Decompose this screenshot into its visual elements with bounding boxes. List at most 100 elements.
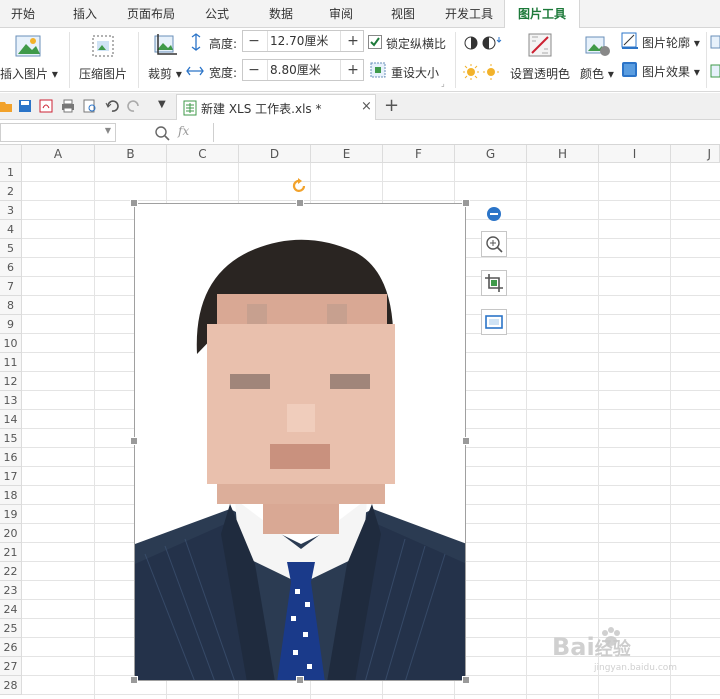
row-header[interactable]: 12 (0, 372, 22, 391)
zoom-formula-icon[interactable] (154, 125, 170, 141)
fx-label[interactable]: fx (178, 124, 189, 138)
quick-access-dropdown-icon[interactable]: ▼ (158, 99, 166, 110)
row-header[interactable]: 8 (0, 296, 22, 315)
tab-home[interactable]: 开始 (0, 0, 46, 28)
print-preview-icon[interactable] (83, 99, 97, 113)
insert-picture-button[interactable]: 插入图片 ▾ (0, 65, 58, 82)
crop-icon[interactable] (152, 33, 178, 59)
tab-insert[interactable]: 插入 (60, 0, 110, 28)
formula-input[interactable] (213, 123, 720, 142)
doc-tab[interactable]: 新建 XLS 工作表.xls * × (176, 94, 376, 120)
print-icon[interactable] (61, 99, 75, 113)
column-header[interactable]: I (599, 145, 671, 163)
reset-size-icon[interactable] (370, 62, 386, 78)
tab-view[interactable]: 视图 (380, 0, 426, 28)
tab-review[interactable]: 审阅 (318, 0, 364, 28)
column-header[interactable]: G (455, 145, 527, 163)
row-header[interactable]: 2 (0, 182, 22, 201)
picture-border-button[interactable] (481, 309, 507, 335)
picture-effect-icon[interactable] (621, 61, 639, 79)
row-header[interactable]: 14 (0, 410, 22, 429)
height-decrease-button[interactable]: − (243, 31, 265, 51)
row-header[interactable]: 10 (0, 334, 22, 353)
resize-handle-top-left[interactable] (130, 199, 138, 207)
row-header[interactable]: 19 (0, 505, 22, 524)
insert-picture-icon[interactable] (14, 34, 42, 58)
color-button[interactable]: 颜色 ▾ (580, 65, 614, 82)
row-header[interactable]: 7 (0, 277, 22, 296)
row-header[interactable]: 21 (0, 543, 22, 562)
dialog-launcher-icon[interactable]: ⌟ (441, 79, 445, 88)
row-header[interactable]: 9 (0, 315, 22, 334)
row-header[interactable]: 16 (0, 448, 22, 467)
picture-outline-icon[interactable] (621, 32, 639, 50)
compress-picture-icon[interactable] (90, 33, 116, 59)
row-header[interactable]: 11 (0, 353, 22, 372)
row-header[interactable]: 22 (0, 562, 22, 581)
column-header[interactable]: C (167, 145, 239, 163)
resize-handle-right[interactable] (462, 437, 470, 445)
width-stepper[interactable]: − 8.80厘米 + (242, 59, 364, 81)
height-input[interactable]: 12.70厘米 (267, 31, 341, 51)
resize-handle-bottom-right[interactable] (462, 676, 470, 684)
save-icon[interactable] (18, 99, 32, 113)
compress-picture-button[interactable]: 压缩图片 (79, 65, 127, 82)
row-header[interactable]: 25 (0, 619, 22, 638)
resize-handle-bottom[interactable] (296, 676, 304, 684)
name-box[interactable]: ▼ (0, 123, 116, 142)
close-tab-icon[interactable]: × (361, 99, 372, 114)
tab-formulas[interactable]: 公式 (194, 0, 240, 28)
resize-handle-left[interactable] (130, 437, 138, 445)
row-header[interactable]: 27 (0, 657, 22, 676)
column-header[interactable]: F (383, 145, 455, 163)
row-header[interactable]: 6 (0, 258, 22, 277)
crop-picture-button[interactable] (481, 270, 507, 296)
column-header[interactable]: J (671, 145, 720, 163)
picture-effect-button[interactable]: 图片效果 ▾ (642, 63, 700, 80)
set-transparent-button[interactable]: 设置透明色 (510, 65, 570, 82)
reset-size-button[interactable]: 重设大小 (391, 64, 439, 81)
rotate-handle-icon[interactable] (292, 178, 308, 194)
open-folder-icon[interactable] (0, 99, 12, 113)
row-header[interactable]: 28 (0, 676, 22, 695)
row-header[interactable]: 23 (0, 581, 22, 600)
column-header[interactable]: B (95, 145, 167, 163)
tab-developer[interactable]: 开发工具 (436, 0, 502, 28)
height-stepper[interactable]: − 12.70厘米 + (242, 30, 364, 52)
row-header[interactable]: 20 (0, 524, 22, 543)
height-increase-button[interactable]: + (342, 31, 364, 51)
row-header[interactable]: 26 (0, 638, 22, 657)
resize-handle-top-right[interactable] (462, 199, 470, 207)
row-header[interactable]: 1 (0, 163, 22, 182)
contrast-icon[interactable] (463, 34, 503, 52)
row-header[interactable]: 15 (0, 429, 22, 448)
undo-icon[interactable] (105, 99, 119, 113)
redo-icon[interactable] (127, 99, 141, 113)
row-header[interactable]: 4 (0, 220, 22, 239)
more-tools-icon[interactable] (710, 34, 720, 52)
collapse-tools-icon[interactable] (486, 206, 502, 222)
export-pdf-icon[interactable] (39, 99, 53, 113)
column-header[interactable]: H (527, 145, 599, 163)
column-header[interactable]: E (311, 145, 383, 163)
new-tab-icon[interactable]: + (384, 95, 399, 116)
width-increase-button[interactable]: + (342, 60, 364, 80)
row-header[interactable]: 17 (0, 467, 22, 486)
brightness-icon[interactable] (463, 62, 503, 80)
resize-handle-top[interactable] (296, 199, 304, 207)
name-box-dropdown-icon[interactable]: ▼ (105, 126, 111, 135)
set-transparent-icon[interactable] (528, 33, 552, 57)
tab-picture-tools[interactable]: 图片工具 (504, 0, 580, 28)
row-header[interactable]: 5 (0, 239, 22, 258)
row-header[interactable]: 3 (0, 201, 22, 220)
picture-outline-button[interactable]: 图片轮廓 ▾ (642, 34, 700, 51)
select-all-corner[interactable] (0, 145, 22, 163)
tab-page-layout[interactable]: 页面布局 (118, 0, 184, 28)
resize-handle-bottom-left[interactable] (130, 676, 138, 684)
more-tools-icon[interactable] (710, 63, 720, 81)
color-icon[interactable] (585, 34, 611, 58)
crop-button[interactable]: 裁剪 ▾ (148, 65, 182, 82)
row-header[interactable]: 18 (0, 486, 22, 505)
zoom-picture-button[interactable] (481, 231, 507, 257)
width-input[interactable]: 8.80厘米 (267, 60, 341, 80)
